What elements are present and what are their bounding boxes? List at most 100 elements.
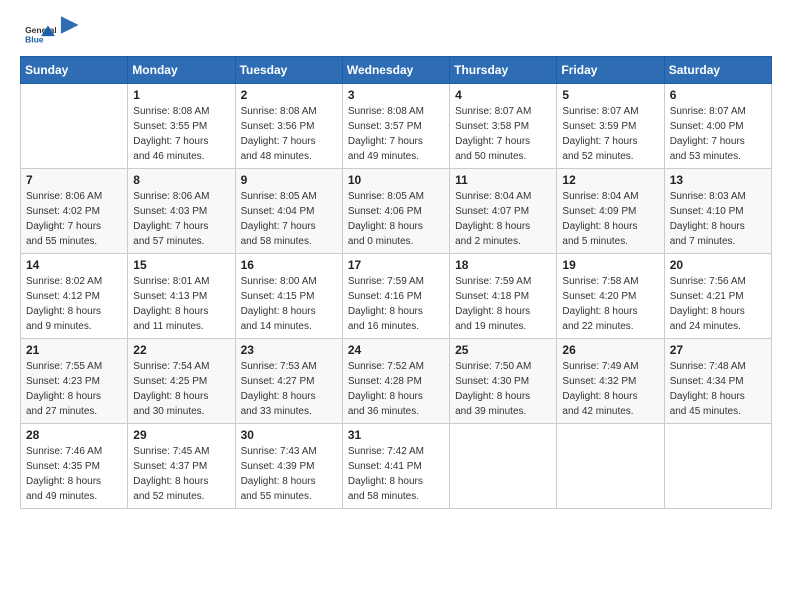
day-number: 19 (562, 258, 658, 272)
calendar-body: 1 Sunrise: 8:08 AMSunset: 3:55 PMDaylight… (21, 84, 772, 509)
day-info: Sunrise: 8:08 AMSunset: 3:55 PMDaylight:… (133, 104, 229, 164)
flag-icon (58, 14, 80, 36)
day-info: Sunrise: 7:46 AMSunset: 4:35 PMDaylight:… (26, 444, 122, 504)
day-cell: 10 Sunrise: 8:05 AMSunset: 4:06 PMDayligh… (342, 169, 449, 254)
day-number: 30 (241, 428, 337, 442)
day-info: Sunrise: 8:06 AMSunset: 4:02 PMDaylight:… (26, 189, 122, 249)
day-info: Sunrise: 7:54 AMSunset: 4:25 PMDaylight:… (133, 359, 229, 419)
day-number: 12 (562, 173, 658, 187)
day-info: Sunrise: 7:49 AMSunset: 4:32 PMDaylight:… (562, 359, 658, 419)
day-info: Sunrise: 8:08 AMSunset: 3:56 PMDaylight:… (241, 104, 337, 164)
day-info: Sunrise: 7:53 AMSunset: 4:27 PMDaylight:… (241, 359, 337, 419)
day-info: Sunrise: 7:43 AMSunset: 4:39 PMDaylight:… (241, 444, 337, 504)
day-cell: 18Sunrise: 7:59 AMSunset: 4:18 PMDayligh… (450, 254, 557, 339)
calendar-header: SundayMondayTuesdayWednesdayThursdayFrid… (21, 57, 772, 84)
day-number: 20 (670, 258, 766, 272)
day-number: 25 (455, 343, 551, 357)
day-info: Sunrise: 7:52 AMSunset: 4:28 PMDaylight:… (348, 359, 444, 419)
day-cell: 29Sunrise: 7:45 AMSunset: 4:37 PMDayligh… (128, 424, 235, 509)
week-row-2: 14 Sunrise: 8:02 AMSunset: 4:12 PMDayligh… (21, 254, 772, 339)
day-number: 22 (133, 343, 229, 357)
day-cell: 13 Sunrise: 8:03 AMSunset: 4:10 PMDayligh… (664, 169, 771, 254)
day-info: Sunrise: 7:50 AMSunset: 4:30 PMDaylight:… (455, 359, 551, 419)
day-info: Sunrise: 7:45 AMSunset: 4:37 PMDaylight:… (133, 444, 229, 504)
day-cell: 14 Sunrise: 8:02 AMSunset: 4:12 PMDayligh… (21, 254, 128, 339)
svg-text:Blue: Blue (25, 35, 44, 45)
day-cell: 11 Sunrise: 8:04 AMSunset: 4:07 PMDayligh… (450, 169, 557, 254)
week-row-0: 1 Sunrise: 8:08 AMSunset: 3:55 PMDaylight… (21, 84, 772, 169)
day-info: Sunrise: 7:42 AMSunset: 4:41 PMDaylight:… (348, 444, 444, 504)
logo: General Blue (20, 18, 80, 50)
day-info: Sunrise: 8:06 AMSunset: 4:03 PMDaylight:… (133, 189, 229, 249)
day-cell: 25 Sunrise: 7:50 AMSunset: 4:30 PMDayligh… (450, 339, 557, 424)
day-info: Sunrise: 8:00 AMSunset: 4:15 PMDaylight:… (241, 274, 337, 334)
day-info: Sunrise: 8:08 AMSunset: 3:57 PMDaylight:… (348, 104, 444, 164)
day-cell: 16 Sunrise: 8:00 AMSunset: 4:15 PMDayligh… (235, 254, 342, 339)
day-info: Sunrise: 8:04 AMSunset: 4:09 PMDaylight:… (562, 189, 658, 249)
day-number: 28 (26, 428, 122, 442)
day-cell: 26Sunrise: 7:49 AMSunset: 4:32 PMDayligh… (557, 339, 664, 424)
header-row: SundayMondayTuesdayWednesdayThursdayFrid… (21, 57, 772, 84)
day-number: 8 (133, 173, 229, 187)
day-info: Sunrise: 8:05 AMSunset: 4:06 PMDaylight:… (348, 189, 444, 249)
day-cell: 20 Sunrise: 7:56 AMSunset: 4:21 PMDayligh… (664, 254, 771, 339)
day-cell: 4Sunrise: 8:07 AMSunset: 3:58 PMDaylight… (450, 84, 557, 169)
day-number: 18 (455, 258, 551, 272)
day-cell: 22 Sunrise: 7:54 AMSunset: 4:25 PMDayligh… (128, 339, 235, 424)
weekday-header-tuesday: Tuesday (235, 57, 342, 84)
weekday-header-saturday: Saturday (664, 57, 771, 84)
week-row-4: 28 Sunrise: 7:46 AMSunset: 4:35 PMDayligh… (21, 424, 772, 509)
day-cell: 21Sunrise: 7:55 AMSunset: 4:23 PMDayligh… (21, 339, 128, 424)
day-cell: 28 Sunrise: 7:46 AMSunset: 4:35 PMDayligh… (21, 424, 128, 509)
day-info: Sunrise: 8:07 AMSunset: 4:00 PMDaylight:… (670, 104, 766, 164)
day-info: Sunrise: 8:04 AMSunset: 4:07 PMDaylight:… (455, 189, 551, 249)
day-cell: 3 Sunrise: 8:08 AMSunset: 3:57 PMDaylight… (342, 84, 449, 169)
day-info: Sunrise: 7:59 AMSunset: 4:16 PMDaylight:… (348, 274, 444, 334)
calendar-table: SundayMondayTuesdayWednesdayThursdayFrid… (20, 56, 772, 509)
day-number: 13 (670, 173, 766, 187)
day-number: 27 (670, 343, 766, 357)
weekday-header-thursday: Thursday (450, 57, 557, 84)
day-info: Sunrise: 7:58 AMSunset: 4:20 PMDaylight:… (562, 274, 658, 334)
week-row-3: 21Sunrise: 7:55 AMSunset: 4:23 PMDayligh… (21, 339, 772, 424)
day-number: 23 (241, 343, 337, 357)
day-cell (21, 84, 128, 169)
weekday-header-sunday: Sunday (21, 57, 128, 84)
day-info: Sunrise: 8:05 AMSunset: 4:04 PMDaylight:… (241, 189, 337, 249)
day-info: Sunrise: 8:07 AMSunset: 3:58 PMDaylight:… (455, 104, 551, 164)
day-number: 1 (133, 88, 229, 102)
day-cell: 2 Sunrise: 8:08 AMSunset: 3:56 PMDaylight… (235, 84, 342, 169)
day-info: Sunrise: 8:02 AMSunset: 4:12 PMDaylight:… (26, 274, 122, 334)
day-number: 2 (241, 88, 337, 102)
day-cell: 27Sunrise: 7:48 AMSunset: 4:34 PMDayligh… (664, 339, 771, 424)
day-number: 15 (133, 258, 229, 272)
day-cell: 9 Sunrise: 8:05 AMSunset: 4:04 PMDaylight… (235, 169, 342, 254)
day-number: 21 (26, 343, 122, 357)
logo-icon: General Blue (24, 18, 56, 50)
day-number: 3 (348, 88, 444, 102)
day-number: 10 (348, 173, 444, 187)
day-info: Sunrise: 7:56 AMSunset: 4:21 PMDaylight:… (670, 274, 766, 334)
day-number: 11 (455, 173, 551, 187)
day-info: Sunrise: 8:03 AMSunset: 4:10 PMDaylight:… (670, 189, 766, 249)
day-cell: 30 Sunrise: 7:43 AMSunset: 4:39 PMDayligh… (235, 424, 342, 509)
day-cell: 15 Sunrise: 8:01 AMSunset: 4:13 PMDayligh… (128, 254, 235, 339)
day-number: 6 (670, 88, 766, 102)
day-cell: 6 Sunrise: 8:07 AMSunset: 4:00 PMDaylight… (664, 84, 771, 169)
day-number: 16 (241, 258, 337, 272)
day-cell: 7Sunrise: 8:06 AMSunset: 4:02 PMDaylight… (21, 169, 128, 254)
day-cell: 24Sunrise: 7:52 AMSunset: 4:28 PMDayligh… (342, 339, 449, 424)
day-cell (450, 424, 557, 509)
day-info: Sunrise: 8:01 AMSunset: 4:13 PMDaylight:… (133, 274, 229, 334)
day-number: 5 (562, 88, 658, 102)
day-cell: 12 Sunrise: 8:04 AMSunset: 4:09 PMDayligh… (557, 169, 664, 254)
day-info: Sunrise: 8:07 AMSunset: 3:59 PMDaylight:… (562, 104, 658, 164)
day-number: 14 (26, 258, 122, 272)
day-number: 9 (241, 173, 337, 187)
day-cell (557, 424, 664, 509)
day-number: 17 (348, 258, 444, 272)
weekday-header-monday: Monday (128, 57, 235, 84)
day-cell (664, 424, 771, 509)
day-cell: 8 Sunrise: 8:06 AMSunset: 4:03 PMDaylight… (128, 169, 235, 254)
day-number: 31 (348, 428, 444, 442)
